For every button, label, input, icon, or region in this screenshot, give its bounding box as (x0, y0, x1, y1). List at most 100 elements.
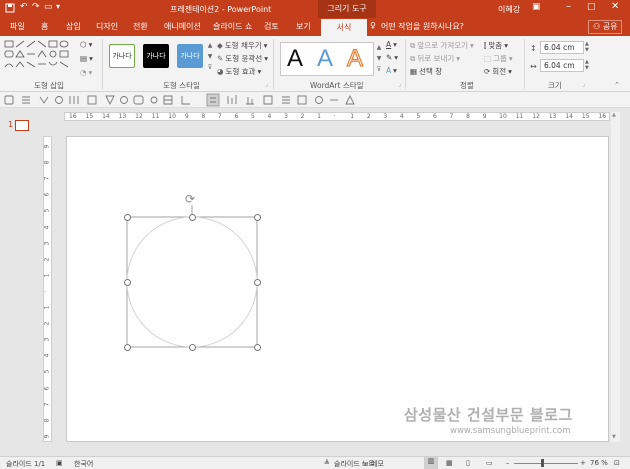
tab-transitions[interactable]: 전환 (133, 21, 148, 32)
ruler-tick-label: · (333, 113, 336, 120)
ruler-tick-label: 2 (300, 113, 305, 120)
tab-insert[interactable]: 삽입 (66, 21, 81, 32)
resize-handle[interactable] (254, 214, 261, 221)
resize-handle[interactable] (189, 214, 196, 221)
rotate-icon: ⟳ (484, 67, 491, 76)
height-spinner[interactable]: ▲ ▼ (585, 41, 589, 53)
bring-forward-button[interactable]: ⧉ 앞으로 가져오기 ▾ (410, 40, 474, 51)
rotate-button[interactable]: ⟳ 회전 ▾ (484, 66, 512, 77)
shape-style-scroll[interactable]: ▲ ▼ ⊽ (206, 40, 214, 76)
width-spinner[interactable]: ▲ ▼ (585, 59, 589, 71)
rotate-handle-icon[interactable]: ⟳ (185, 192, 195, 206)
resize-handle[interactable] (124, 214, 131, 221)
resize-handle[interactable] (189, 344, 196, 351)
wordart-sample-orange[interactable]: A (346, 44, 363, 73)
tab-slideshow[interactable]: 슬라이드 쇼 (213, 21, 252, 32)
tab-format[interactable]: 서식 (321, 19, 367, 36)
group-button[interactable]: ⬚ 그룹 ▾ (484, 53, 513, 64)
tab-animations[interactable]: 애니메이션 (164, 21, 201, 32)
undo-icon[interactable]: ↶ (20, 2, 28, 12)
reading-view-icon[interactable]: ▯ (466, 459, 470, 467)
share-button[interactable]: ⚇ 공유 (588, 20, 623, 34)
edit-shape-button[interactable]: ⬡ ▾ (80, 40, 92, 49)
resize-handle[interactable] (254, 344, 261, 351)
pen-icon: ✎ (217, 54, 224, 63)
shape-effects-button[interactable]: ◕ 도형 효과 ▾ (217, 66, 261, 77)
zoom-level[interactable]: 76 % (590, 459, 608, 467)
shape-fill-button[interactable]: ◆ 도형 채우기 ▾ (217, 40, 267, 51)
tab-home[interactable]: 홈 (41, 21, 48, 32)
wordart-gallery[interactable]: A A A (280, 42, 374, 76)
vertical-scrollbar[interactable]: ▲ ▼ (611, 112, 620, 442)
wordart-sample-blue[interactable]: A (317, 45, 333, 73)
tab-design[interactable]: 디자인 (96, 21, 118, 32)
ruler-tick-label: 9 (482, 113, 487, 120)
slideshow-icon[interactable]: ▭ (486, 459, 493, 467)
customize-qat-icon[interactable]: ▾ (56, 2, 60, 11)
width-field[interactable]: 6.04 cm (540, 59, 584, 72)
user-name[interactable]: 이혜강 (498, 4, 520, 15)
zoom-in-icon[interactable]: + (580, 459, 586, 467)
zoom-slider[interactable] (514, 463, 578, 464)
shapes-gallery[interactable] (4, 40, 74, 76)
start-presentation-icon[interactable]: ▭ (44, 2, 53, 12)
send-backward-button[interactable]: ⧉ 뒤로 보내기 ▾ (410, 53, 460, 64)
fit-slide-icon[interactable]: ⊡ (614, 459, 620, 467)
redo-icon[interactable]: ↷ (32, 2, 40, 12)
collapse-ribbon-icon[interactable]: ⌃ (614, 81, 620, 89)
normal-view-icon[interactable]: ▥ (424, 457, 438, 469)
horizontal-ruler[interactable]: 16 15 14 13 12 11 10 9 8 7 6 5 4 3 2 1 · 1 2 3 4 5 6 7 8 9 10 11 12 1… (64, 112, 610, 121)
language[interactable]: 한국어 (74, 459, 93, 469)
text-effects-button[interactable]: A ▾ (386, 66, 397, 75)
ribbon-display-icon[interactable]: ▣ (532, 2, 541, 12)
tab-review[interactable]: 검토 (264, 21, 279, 32)
wordart-sample-black[interactable]: A (287, 45, 303, 73)
scroll-up-icon[interactable]: ▲ (612, 112, 616, 118)
ruler-tick-label: 9 (43, 144, 51, 149)
zoom-out-icon[interactable]: – (506, 459, 510, 467)
slide-canvas[interactable]: ⟳ (66, 136, 609, 442)
maximize-icon[interactable]: □ (587, 2, 596, 12)
close-icon[interactable]: ✕ (611, 1, 619, 12)
ruler-tick-label: 1 (43, 273, 51, 278)
minimize-icon[interactable]: – (566, 1, 571, 12)
resize-handle[interactable] (124, 344, 131, 351)
vertical-ruler[interactable]: 9 8 7 6 5 4 3 2 1 · 1 2 3 4 5 6 7 8 9 (42, 136, 52, 442)
align-button[interactable]: ⫿ 맞춤 ▾ (484, 40, 508, 51)
shape-style-sample-2[interactable]: 가나다 (143, 44, 169, 68)
ruler-tick-label: 16 (598, 113, 607, 120)
resize-handle[interactable] (124, 279, 131, 286)
group-label-size: 크기 (548, 81, 562, 90)
comments-button[interactable]: 메모 (371, 459, 384, 469)
drawing-quick-tools-icon[interactable] (2, 92, 382, 108)
selection-pane-button[interactable]: ▦ 선택 창 (410, 66, 442, 77)
dialog-launcher-icon[interactable]: ⌟ (265, 81, 268, 88)
merge-shapes-icon: ◔ (80, 68, 87, 77)
text-box-button[interactable]: ▤ ▾ (80, 54, 93, 63)
resize-handle[interactable] (254, 279, 261, 286)
zoom-slider-thumb[interactable] (541, 459, 544, 467)
ruler-tick-label: 7 (43, 176, 51, 181)
slide-sorter-icon[interactable]: ▦ (446, 459, 453, 467)
notes-button[interactable]: 슬라이드 노트 (334, 459, 375, 469)
tab-view[interactable]: 보기 (296, 21, 311, 32)
paint-bucket-icon: ◆ (217, 41, 223, 50)
slide-thumbnail[interactable] (15, 120, 29, 131)
shape-outline-button[interactable]: ✎ 도형 윤곽선 ▾ (217, 53, 268, 64)
save-icon[interactable] (5, 3, 15, 15)
text-fill-button[interactable]: A ▾ (386, 40, 397, 49)
shape-style-sample-1[interactable]: 가나다 (109, 44, 135, 68)
scroll-down-icon[interactable]: ▼ (612, 434, 616, 440)
height-field[interactable]: 6.04 cm (540, 41, 584, 54)
text-outline-button[interactable]: ✎ ▾ (386, 53, 398, 62)
tell-me-input[interactable]: 어떤 작업을 원하시나요? (381, 21, 464, 32)
dialog-launcher-icon[interactable]: ⌟ (582, 81, 585, 88)
merge-shapes-button[interactable]: ◔ ▾ (80, 68, 92, 77)
selected-circle-shape[interactable] (127, 217, 257, 347)
tab-file[interactable]: 파일 (10, 21, 25, 32)
dialog-launcher-icon[interactable]: ⌟ (398, 81, 401, 88)
shape-style-sample-3[interactable]: 가나다 (177, 44, 203, 68)
wordart-scroll[interactable]: ▲ ▼ ⊽ (375, 42, 383, 76)
spellcheck-icon[interactable]: ▣ (56, 459, 63, 467)
send-backward-label: 뒤로 보내기 (417, 54, 455, 63)
